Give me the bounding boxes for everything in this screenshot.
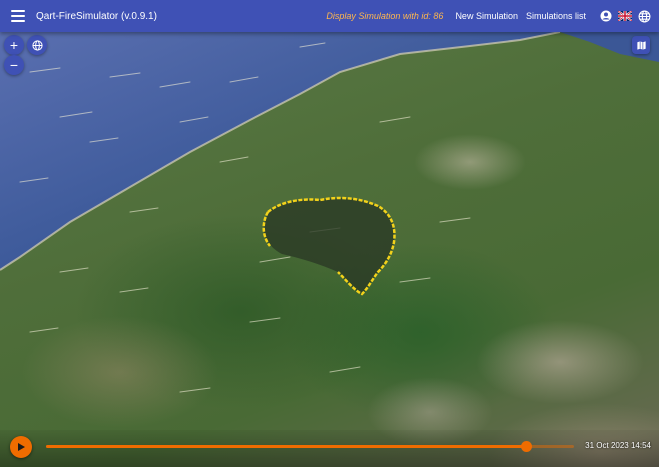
- fire-layer: [19, 42, 471, 393]
- new-simulation-button[interactable]: New Simulation: [455, 11, 518, 21]
- timeline-thumb[interactable]: [521, 441, 533, 452]
- globe-icon[interactable]: [27, 35, 47, 55]
- app-bar: Qart-FireSimulator (v.0.9.1) Display Sim…: [0, 0, 659, 32]
- timeline-progress: [46, 445, 527, 448]
- account-icon[interactable]: [599, 9, 613, 23]
- burned-area: [263, 198, 395, 294]
- globe-icon[interactable]: [637, 9, 651, 23]
- simulations-list-button[interactable]: Simulations list: [526, 11, 586, 21]
- timeline-time-label: 31 Oct 2023 14:54: [585, 441, 651, 450]
- uk-flag-icon[interactable]: [618, 9, 632, 23]
- timeline-slider[interactable]: [46, 441, 574, 452]
- zoom-in-button[interactable]: +: [4, 35, 24, 55]
- timeline-bar: 31 Oct 2023 14:54: [0, 430, 659, 467]
- play-icon[interactable]: [10, 436, 32, 458]
- app-title: Qart-FireSimulator (v.0.9.1): [36, 10, 157, 22]
- zoom-out-button[interactable]: −: [4, 55, 24, 75]
- menu-icon[interactable]: [8, 6, 28, 26]
- map-icon[interactable]: [632, 36, 650, 54]
- map-view[interactable]: [0, 32, 659, 467]
- display-simulation-label: Display Simulation with id: 86: [326, 11, 444, 21]
